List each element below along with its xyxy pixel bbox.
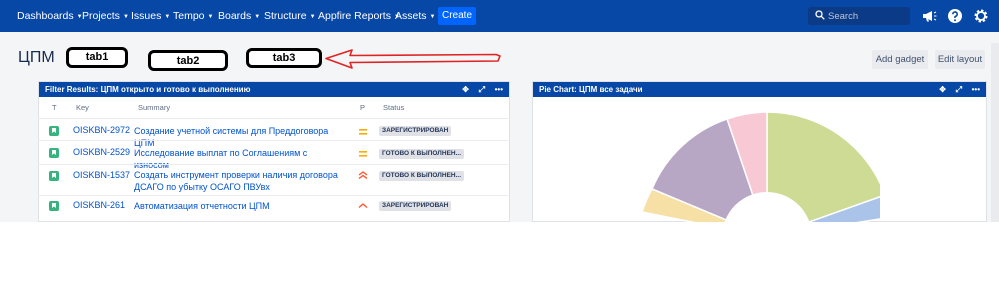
status-badge: ГОТОВО К ВЫПОЛНЕН... bbox=[379, 171, 465, 181]
edit-layout-button[interactable]: Edit layout bbox=[935, 50, 985, 69]
help-icon[interactable] bbox=[947, 8, 963, 24]
search-box bbox=[808, 7, 910, 25]
nav-appfire-reports-label: Appfire Reports bbox=[318, 10, 391, 22]
priority-medium-icon bbox=[359, 129, 367, 135]
priority-highest-icon bbox=[358, 171, 368, 179]
filter-gadget-title: Filter Results: ЦПМ открыто и готово к в… bbox=[45, 85, 251, 94]
nav-assets-label: Assets bbox=[395, 10, 427, 22]
overflow-button[interactable] bbox=[991, 43, 999, 222]
story-icon bbox=[49, 126, 59, 136]
nav-projects-label: Projects bbox=[82, 10, 120, 22]
chevron-down-icon: ▼ bbox=[429, 14, 436, 20]
maximize-icon[interactable]: ⤢ bbox=[479, 82, 485, 97]
nav-structure[interactable]: Structure ▼ bbox=[264, 0, 316, 32]
jira-screen: Dashboards ▼ Projects ▼ Issues ▼ Tempo ▼ Boa… bbox=[0, 0, 999, 222]
nav-boards[interactable]: Boards ▼ bbox=[218, 0, 260, 32]
tab-1[interactable]: tab1 bbox=[66, 47, 128, 68]
nav-dashboards[interactable]: Dashboards ▼ bbox=[17, 0, 83, 32]
issue-key[interactable]: OISKBN-2972 bbox=[73, 125, 130, 135]
create-button[interactable]: Create bbox=[438, 7, 476, 25]
tab-2[interactable]: tab2 bbox=[148, 50, 228, 71]
maximize-icon[interactable]: ⤢ bbox=[956, 82, 962, 97]
table-row[interactable]: OISKBN-2972 Создание учетной системы для… bbox=[38, 118, 508, 148]
nav-tempo-label: Tempo bbox=[173, 10, 205, 22]
status-badge: ГОТОВО К ВЫПОЛНЕН... bbox=[379, 149, 465, 159]
annotation-arrow bbox=[325, 49, 501, 69]
issue-summary[interactable]: Автоматизация отчетности ЦПМ bbox=[134, 200, 344, 212]
more-icon[interactable]: ••• bbox=[495, 82, 503, 97]
column-header-type[interactable]: T bbox=[52, 103, 57, 112]
page: Dashboards ▼ Projects ▼ Issues ▼ Tempo ▼ Boa… bbox=[0, 0, 999, 301]
story-icon bbox=[49, 148, 59, 158]
tab-3[interactable]: tab3 bbox=[246, 48, 322, 68]
column-header-summary[interactable]: Summary bbox=[138, 103, 170, 112]
status-badge: ЗАРЕГИСТРИРОВАН bbox=[379, 201, 452, 211]
move-icon[interactable]: ✥ bbox=[462, 82, 469, 97]
priority-medium-icon bbox=[359, 151, 367, 157]
pie-gadget-header: Pie Chart: ЦПМ все задачи ✥ ⤢ ••• bbox=[533, 82, 986, 97]
filter-gadget-header: Filter Results: ЦПМ открыто и готово к в… bbox=[39, 82, 509, 97]
pie-chart bbox=[641, 111, 880, 222]
nav-dashboards-label: Dashboards bbox=[17, 10, 74, 22]
issue-key[interactable]: OISKBN-1537 bbox=[73, 170, 130, 180]
chevron-down-icon: ▼ bbox=[254, 14, 261, 20]
chevron-down-icon: ▼ bbox=[309, 14, 316, 20]
nav-appfire-reports[interactable]: Appfire Reports ▼ bbox=[318, 0, 400, 32]
nav-tempo[interactable]: Tempo ▼ bbox=[173, 0, 213, 32]
column-header-status[interactable]: Status bbox=[383, 103, 404, 112]
add-gadget-button[interactable]: Add gadget bbox=[872, 50, 928, 69]
page-title: ЦПМ bbox=[18, 49, 55, 66]
priority-high-icon bbox=[358, 203, 368, 209]
nav-projects[interactable]: Projects ▼ bbox=[82, 0, 129, 32]
column-header-priority[interactable]: P bbox=[360, 103, 365, 112]
move-icon[interactable]: ✥ bbox=[939, 82, 946, 97]
table-row[interactable]: OISKBN-261 Автоматизация отчетности ЦПМ … bbox=[38, 195, 508, 215]
gear-icon[interactable] bbox=[973, 8, 989, 24]
issue-key[interactable]: OISKBN-2529 bbox=[73, 147, 130, 157]
nav-assets[interactable]: Assets ▼ bbox=[395, 0, 435, 32]
search-icon bbox=[815, 10, 825, 20]
nav-structure-label: Structure bbox=[264, 10, 307, 22]
pie-gadget-title: Pie Chart: ЦПМ все задачи bbox=[539, 85, 643, 94]
issue-summary[interactable]: Создать инструмент проверки наличия дого… bbox=[134, 169, 344, 193]
nav-boards-label: Boards bbox=[218, 10, 252, 22]
notifications-megaphone-icon[interactable] bbox=[921, 8, 937, 24]
status-badge: ЗАРЕГИСТРИРОВАН bbox=[379, 126, 452, 136]
column-header-key[interactable]: Key bbox=[76, 103, 89, 112]
nav-issues-label: Issues bbox=[131, 10, 162, 22]
story-icon bbox=[49, 201, 59, 211]
chevron-down-icon: ▼ bbox=[164, 14, 171, 20]
nav-issues[interactable]: Issues ▼ bbox=[131, 0, 170, 32]
table-row[interactable]: OISKBN-2529 Исследование выплат по Согла… bbox=[38, 140, 508, 170]
table-row[interactable]: OISKBN-1537 Создать инструмент проверки … bbox=[38, 164, 508, 195]
search-input[interactable] bbox=[828, 9, 906, 23]
story-icon bbox=[49, 171, 59, 181]
more-icon[interactable]: ••• bbox=[972, 82, 980, 97]
issue-key[interactable]: OISKBN-261 bbox=[73, 200, 125, 210]
chevron-down-icon: ▼ bbox=[122, 14, 129, 20]
chevron-down-icon: ▼ bbox=[207, 14, 214, 20]
top-navigation-bar: Dashboards ▼ Projects ▼ Issues ▼ Tempo ▼ Boa… bbox=[0, 0, 999, 32]
